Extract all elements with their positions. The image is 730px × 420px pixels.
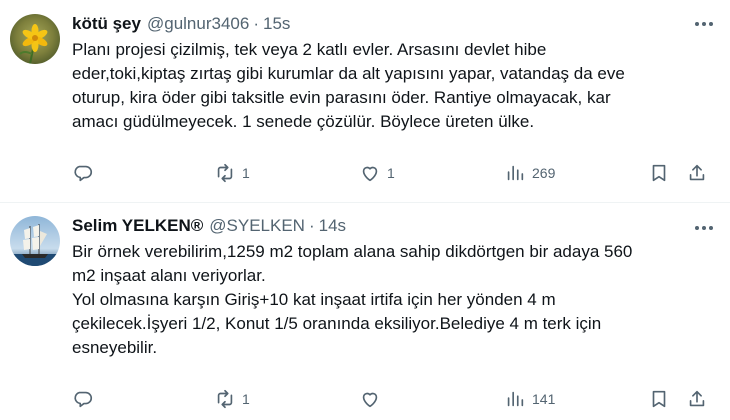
like-button[interactable] xyxy=(359,387,387,411)
reply-icon xyxy=(74,165,92,182)
avatar[interactable] xyxy=(10,216,60,266)
retweet-icon xyxy=(217,389,233,409)
author-name[interactable]: Selim YELKEN® xyxy=(72,216,203,236)
tweet[interactable]: Selim YELKEN® @SYELKEN · 14s Bir örnek v… xyxy=(0,204,730,420)
tweet-text-line: amacı güdülmeyecek. 1 senede çözülür. Bö… xyxy=(72,112,535,131)
retweet-icon xyxy=(217,163,233,183)
tweet-text-line: esneyebilir. xyxy=(72,338,158,357)
yellow-flower-avatar-icon xyxy=(10,14,60,64)
sailing-ship-avatar-icon xyxy=(10,216,60,266)
author-name[interactable]: kötü şey xyxy=(72,14,141,34)
author-handle[interactable]: @gulnur3406 xyxy=(147,14,249,34)
author-handle[interactable]: @SYELKEN xyxy=(209,216,305,236)
reply-button[interactable] xyxy=(72,161,100,185)
reply-button[interactable] xyxy=(72,387,100,411)
views-button[interactable]: 141 xyxy=(504,387,555,411)
view-count: 269 xyxy=(532,165,556,181)
like-button[interactable]: 1 xyxy=(359,161,395,185)
tweet-text-line: m2 inşaat alanı veriyorlar. xyxy=(72,266,266,285)
more-button[interactable] xyxy=(692,218,716,238)
heart-icon xyxy=(362,392,378,408)
tweet[interactable]: kötü şey @gulnur3406 · 15s Planı projesi… xyxy=(0,0,730,203)
tweet-text-line: çekilecek.İşyeri 1/2, Konut 1/5 oranında… xyxy=(72,314,602,333)
tweet-actions: 1 141 xyxy=(72,387,712,411)
retweet-count: 1 xyxy=(242,391,250,407)
tweet-header: Selim YELKEN® @SYELKEN · 14s xyxy=(72,214,346,238)
bookmark-icon xyxy=(652,164,666,182)
timestamp[interactable]: 15s xyxy=(263,14,290,34)
views-icon xyxy=(507,165,524,181)
tweet-text: Bir örnek verebilirim,1259 m2 toplam ala… xyxy=(72,240,712,360)
share-button[interactable] xyxy=(686,387,708,411)
timestamp[interactable]: 14s xyxy=(319,216,346,236)
like-count: 1 xyxy=(387,165,395,181)
tweet-text-line: eder,toki,kiptaş zırtaş gibi kurumlar da… xyxy=(72,64,625,83)
retweet-button[interactable]: 1 xyxy=(214,387,250,411)
share-icon xyxy=(689,164,705,181)
tweet-text: Planı projesi çizilmiş, tek veya 2 katlı… xyxy=(72,38,712,134)
share-icon xyxy=(689,390,705,407)
avatar[interactable] xyxy=(10,14,60,64)
reply-icon xyxy=(74,391,92,408)
heart-icon xyxy=(362,166,378,182)
share-button[interactable] xyxy=(686,161,708,185)
more-icon xyxy=(695,226,713,230)
tweet-text-line: oturup, kira öder gibi taksitle evin par… xyxy=(72,88,611,107)
tweet-actions: 1 1 269 xyxy=(72,161,712,185)
views-button[interactable]: 269 xyxy=(504,161,555,185)
retweet-count: 1 xyxy=(242,165,250,181)
more-button[interactable] xyxy=(692,14,716,34)
tweet-text-line: Yol olmasına karşın Giriş+10 kat inşaat … xyxy=(72,290,556,309)
separator-dot: · xyxy=(253,14,259,33)
view-count: 141 xyxy=(532,391,556,407)
retweet-button[interactable]: 1 xyxy=(214,161,250,185)
tweet-text-line: Bir örnek verebilirim,1259 m2 toplam ala… xyxy=(72,242,633,261)
bookmark-icon xyxy=(652,390,666,408)
bookmark-button[interactable] xyxy=(648,387,670,411)
separator-dot: · xyxy=(308,216,315,235)
views-icon xyxy=(507,391,524,407)
tweet-header: kötü şey @gulnur3406 · 15s xyxy=(72,12,290,36)
bookmark-button[interactable] xyxy=(648,161,670,185)
more-icon xyxy=(695,22,713,26)
tweet-text-line: Planı projesi çizilmiş, tek veya 2 katlı… xyxy=(72,40,547,59)
